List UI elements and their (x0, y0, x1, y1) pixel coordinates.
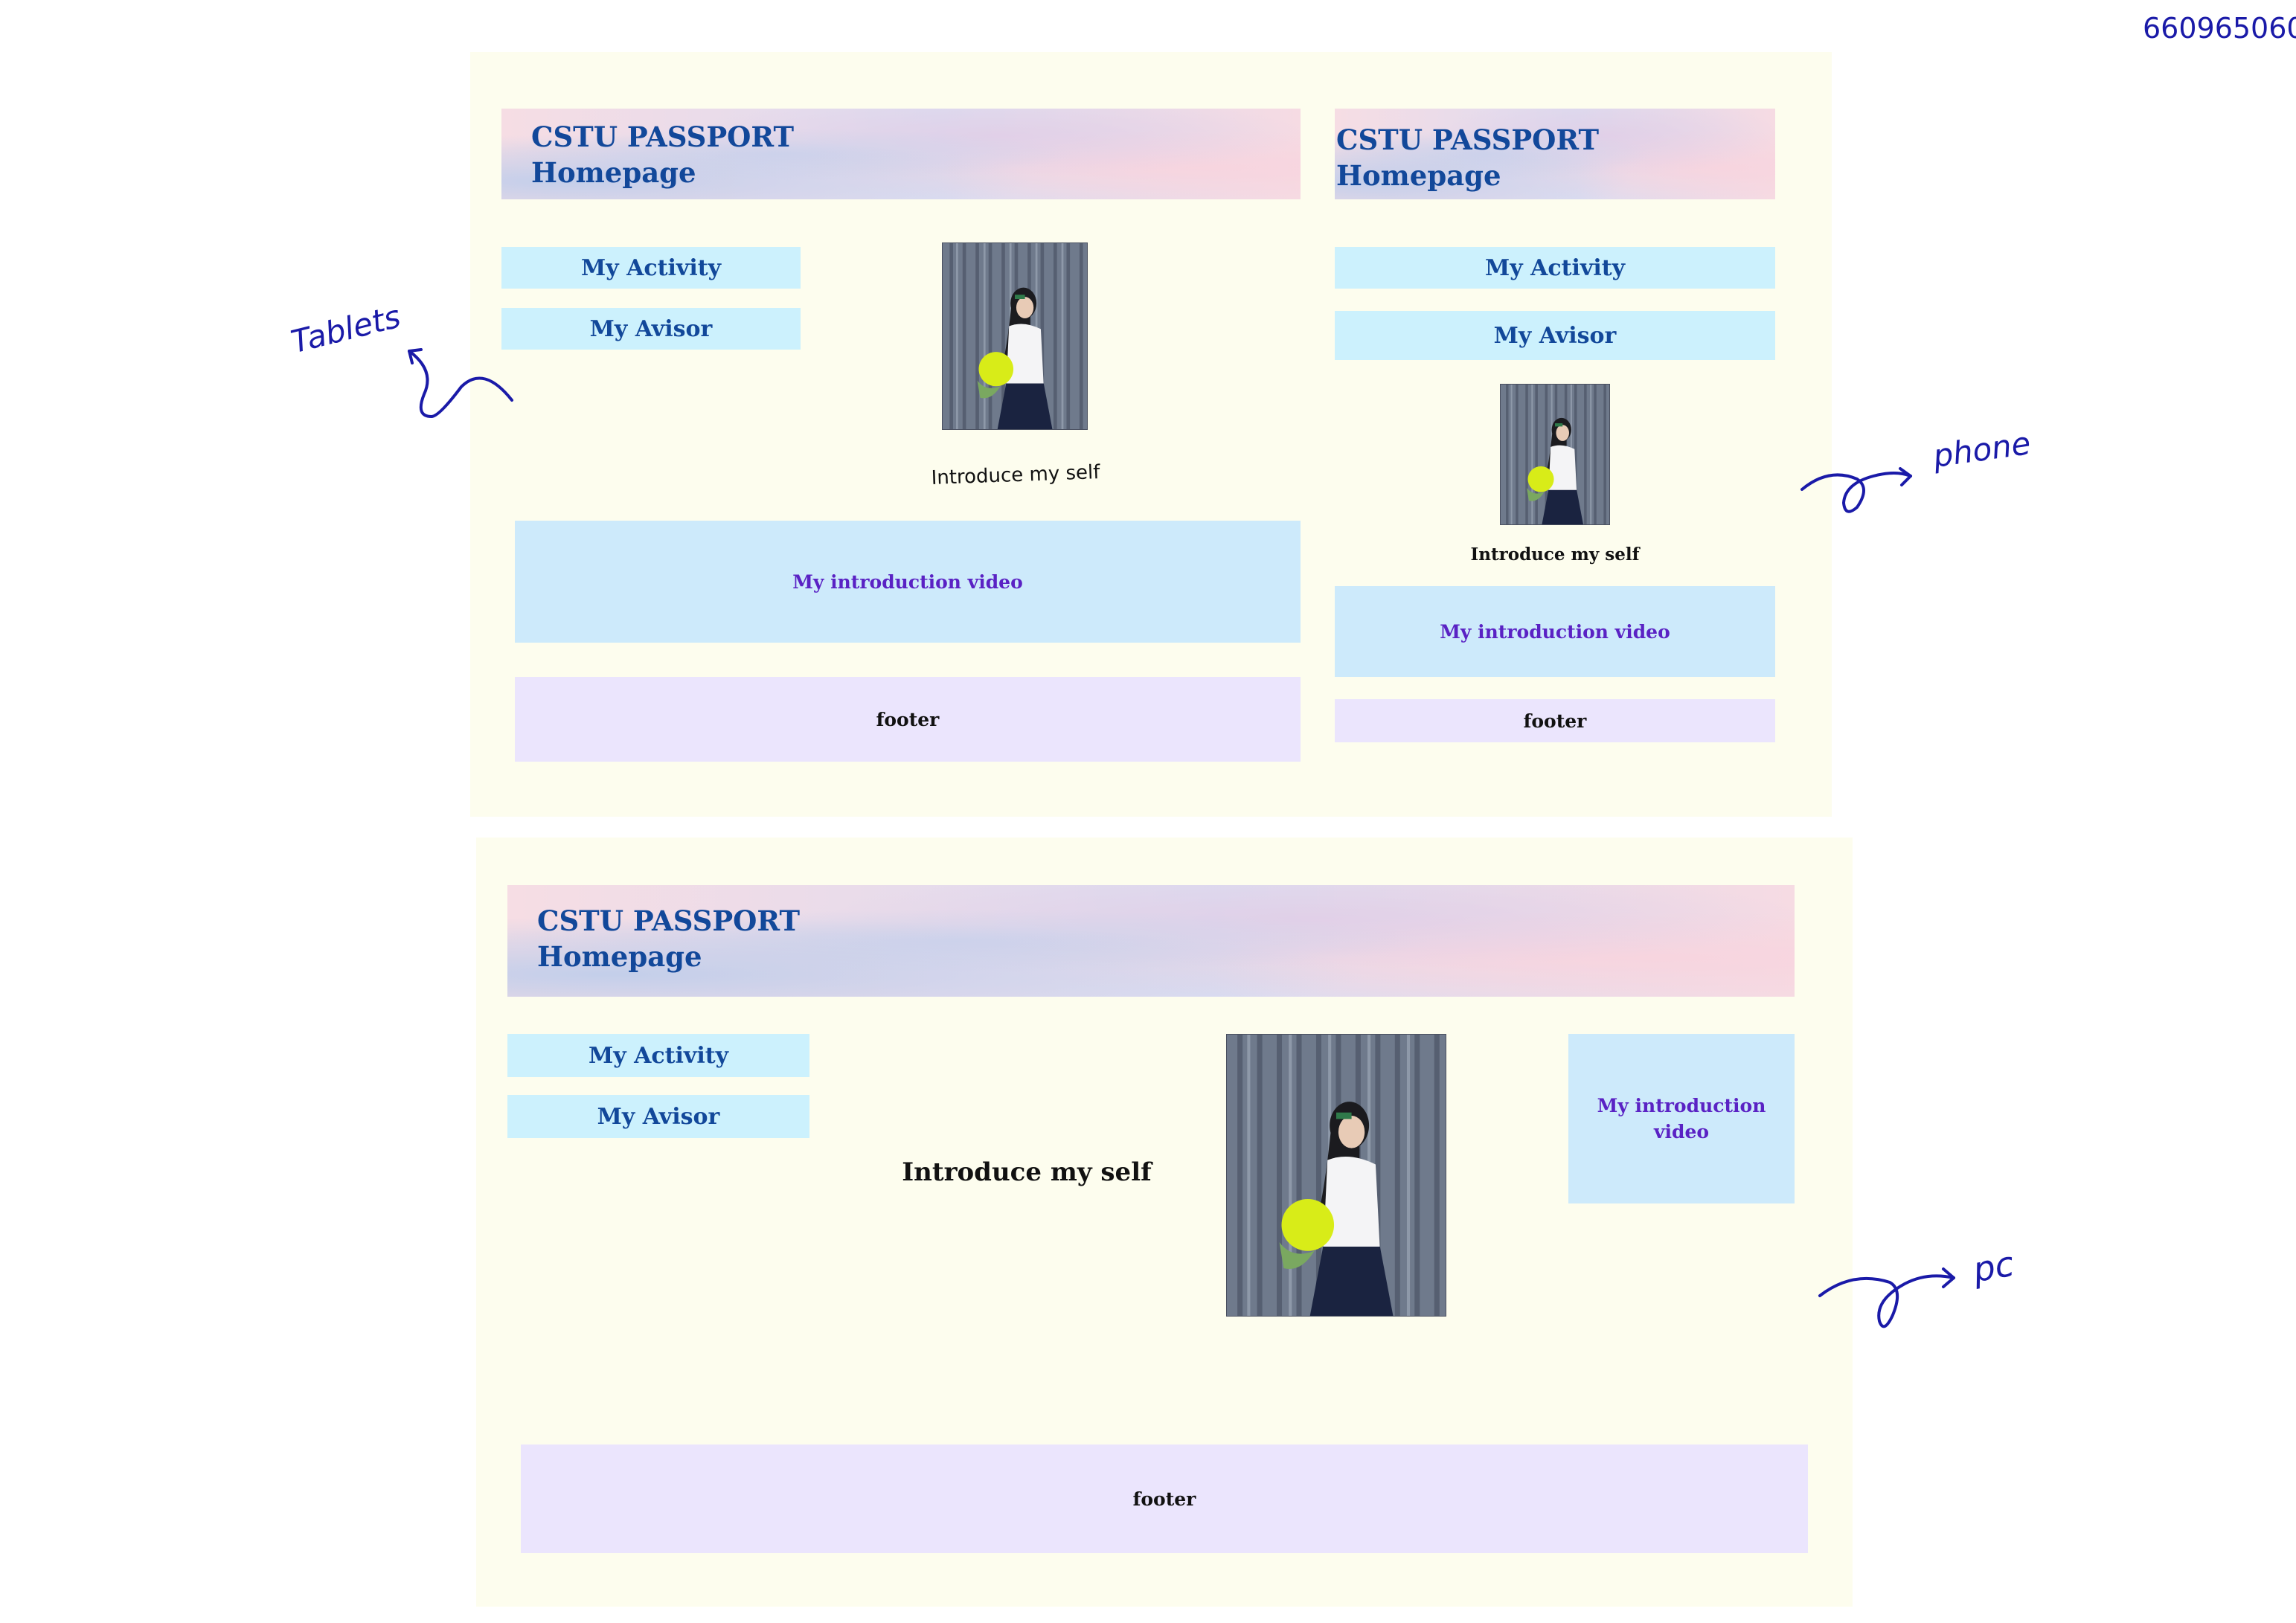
phone-my-advisor-button[interactable]: My Avisor (1335, 311, 1775, 360)
phone-annotation: phone (1931, 425, 2033, 475)
tablet-arrow-icon (408, 348, 513, 419)
tablet-annotation: Tablets (287, 298, 405, 361)
pc-intro-text: Introduce my self (902, 1157, 1152, 1187)
pc-my-advisor-button[interactable]: My Avisor (507, 1095, 809, 1138)
pc-footer: footer (521, 1444, 1808, 1553)
phone-arrow-icon (1800, 467, 1912, 513)
tablet-my-advisor-button[interactable]: My Avisor (501, 308, 801, 350)
tablet-footer: footer (515, 677, 1301, 762)
tablet-header: CSTU PASSPORT Homepage (501, 109, 1301, 199)
tablet-my-activity-button[interactable]: My Activity (501, 247, 801, 289)
tablet-profile-photo (942, 242, 1088, 430)
pc-arrow-icon (1818, 1267, 1955, 1328)
pc-header-title: CSTU PASSPORT (537, 904, 800, 937)
phone-header: CSTU PASSPORT Homepage (1335, 109, 1775, 199)
phone-my-activity-button[interactable]: My Activity (1335, 247, 1775, 289)
phone-profile-photo (1500, 384, 1610, 525)
pc-header-subtitle: Homepage (537, 940, 702, 974)
pc-annotation: pc (1969, 1243, 2017, 1291)
phone-footer: footer (1335, 699, 1775, 742)
tablet-intro-video[interactable]: My introduction video (515, 521, 1301, 643)
phone-intro-text: Introduce my self (1470, 544, 1640, 565)
phone-header-subtitle: Homepage (1336, 159, 1501, 193)
tablet-header-subtitle: Homepage (531, 156, 696, 190)
pc-header: CSTU PASSPORT Homepage (507, 885, 1795, 997)
student-id: 6609650608 (2143, 12, 2296, 45)
pc-intro-video[interactable]: My introduction video (1568, 1034, 1795, 1203)
phone-header-title: CSTU PASSPORT (1336, 123, 1599, 156)
pc-intro-video-label: My introduction video (1597, 1095, 1766, 1142)
pc-my-activity-button[interactable]: My Activity (507, 1034, 809, 1077)
pc-profile-photo (1226, 1034, 1446, 1317)
phone-intro-video[interactable]: My introduction video (1335, 586, 1775, 677)
tablet-header-title: CSTU PASSPORT (531, 120, 794, 153)
